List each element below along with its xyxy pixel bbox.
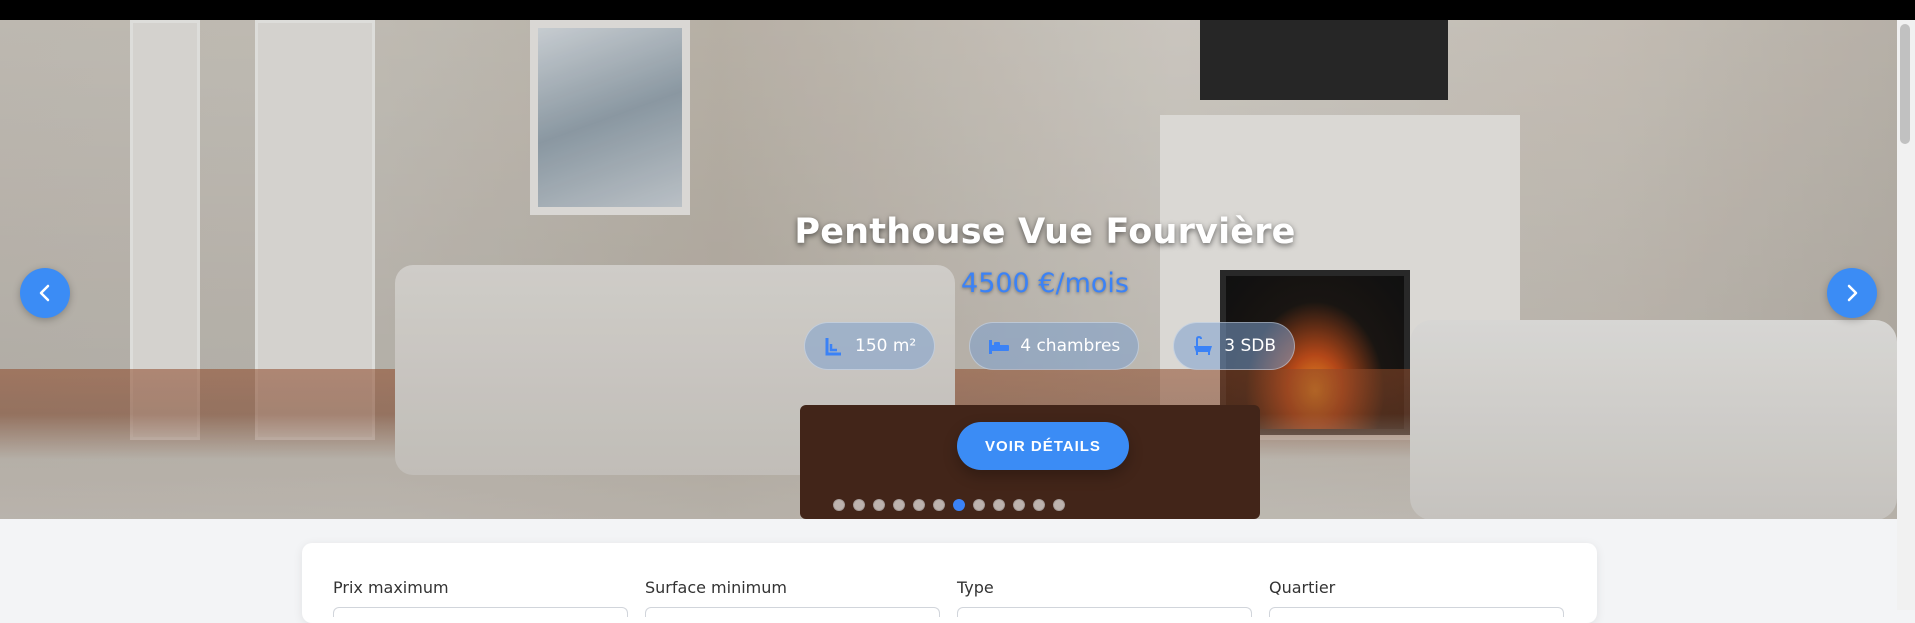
filter-min-surface: Surface minimum	[645, 578, 940, 617]
feature-bathrooms: 3 SDB	[1173, 322, 1296, 370]
carousel-dot[interactable]	[953, 499, 965, 511]
carousel-dot[interactable]	[1033, 499, 1045, 511]
carousel-prev-button[interactable]	[20, 268, 70, 318]
feature-bedrooms: 4 chambres	[969, 322, 1140, 370]
view-details-button[interactable]: VOIR DÉTAILS	[957, 422, 1129, 470]
feature-surface: 150 m²	[804, 322, 936, 370]
carousel-dot[interactable]	[893, 499, 905, 511]
type-select[interactable]	[957, 607, 1252, 617]
feature-label: 4 chambres	[1020, 336, 1121, 356]
hero-carousel: Penthouse Vue Fourvière 4500 €/mois 150 …	[0, 20, 1897, 519]
carousel-dot[interactable]	[973, 499, 985, 511]
carousel-dot[interactable]	[913, 499, 925, 511]
property-price: 4500 €/mois	[961, 268, 1129, 299]
carousel-dot[interactable]	[873, 499, 885, 511]
carousel-dot[interactable]	[833, 499, 845, 511]
carousel-dot[interactable]	[853, 499, 865, 511]
filter-label: Surface minimum	[645, 578, 787, 597]
filter-max-price: Prix maximum	[333, 578, 628, 617]
filter-label: Type	[957, 578, 994, 597]
carousel-next-button[interactable]	[1827, 268, 1877, 318]
property-title: Penthouse Vue Fourvière	[794, 212, 1296, 252]
chevron-left-icon	[39, 284, 50, 302]
carousel-dot[interactable]	[993, 499, 1005, 511]
hero-caption: Penthouse Vue Fourvière 4500 €/mois 150 …	[0, 20, 1897, 519]
max-price-input[interactable]	[333, 607, 628, 617]
bed-icon	[988, 335, 1010, 357]
feature-label: 3 SDB	[1224, 336, 1277, 356]
filter-type: Type	[957, 578, 1252, 617]
carousel-dot[interactable]	[1013, 499, 1025, 511]
property-features: 150 m² 4 chambres 3 SDB	[804, 322, 1296, 370]
carousel-indicators	[833, 499, 1065, 511]
district-select[interactable]	[1269, 607, 1564, 617]
carousel-dot[interactable]	[1053, 499, 1065, 511]
scrollbar-thumb[interactable]	[1900, 24, 1910, 144]
min-surface-input[interactable]	[645, 607, 940, 617]
top-bar	[0, 0, 1915, 20]
chevron-right-icon	[1847, 284, 1858, 302]
bathtub-icon	[1192, 335, 1214, 357]
feature-label: 150 m²	[855, 336, 917, 356]
search-filters-panel: Prix maximum Surface minimum Type Quarti…	[302, 543, 1597, 623]
filter-label: Quartier	[1269, 578, 1336, 597]
filter-label: Prix maximum	[333, 578, 449, 597]
surface-icon	[823, 335, 845, 357]
filter-district: Quartier	[1269, 578, 1564, 617]
carousel-dot[interactable]	[933, 499, 945, 511]
